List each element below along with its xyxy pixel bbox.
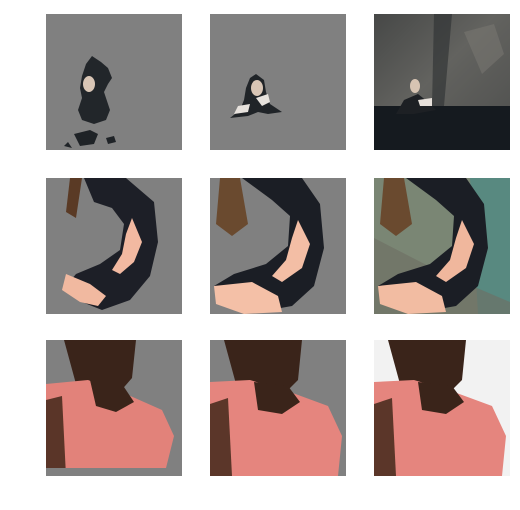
row1-coarse-mask-image xyxy=(46,14,182,150)
row2-refined-mask-image xyxy=(210,178,346,314)
row2-original-photo xyxy=(374,178,510,314)
row3-original-photo xyxy=(374,340,510,476)
row1-original-photo xyxy=(374,14,510,150)
row2-coarse-mask-image xyxy=(46,178,182,314)
row1-refined-mask-image xyxy=(210,14,346,150)
row3-refined-mask-image xyxy=(210,340,346,476)
segmentation-results-grid xyxy=(0,0,520,510)
row3-coarse-mask-image xyxy=(46,340,182,476)
